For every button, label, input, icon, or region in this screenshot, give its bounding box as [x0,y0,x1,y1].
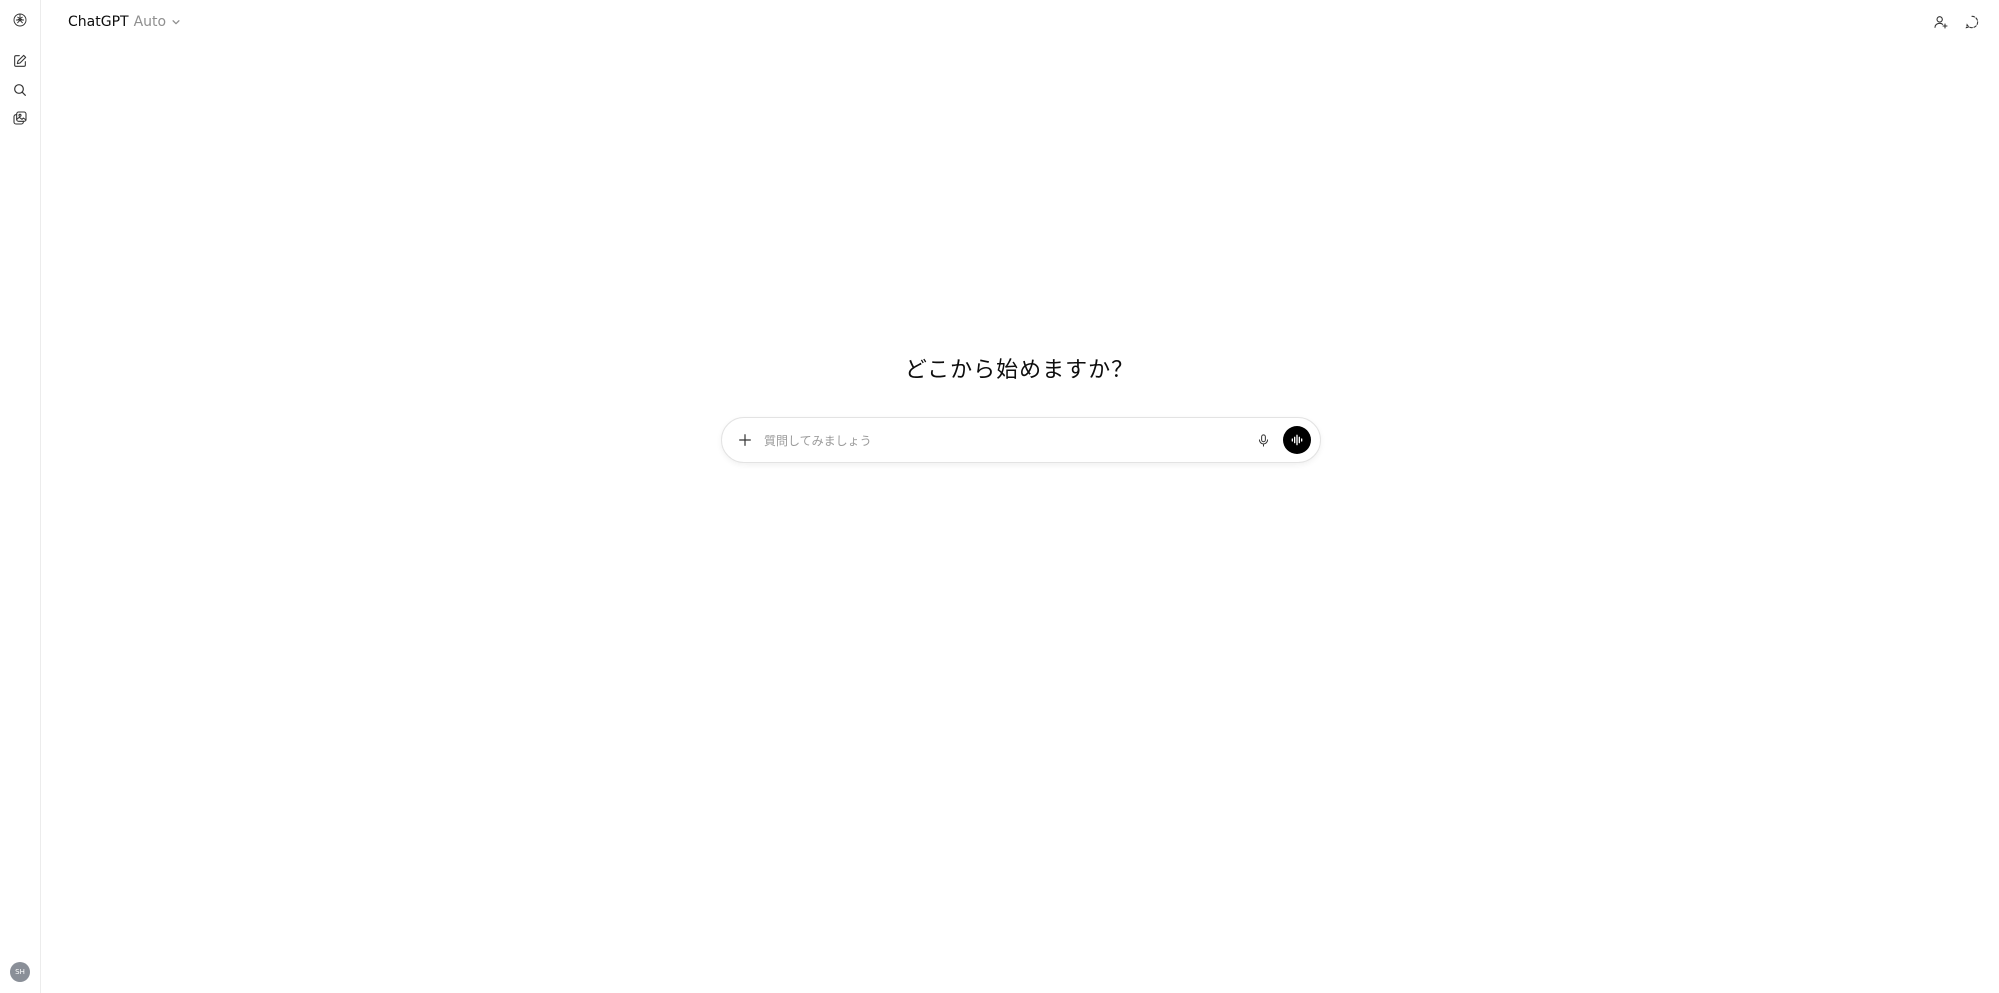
sidebar-rail: SH [0,0,41,993]
model-selector[interactable]: ChatGPT Auto [62,11,187,33]
temporary-chat-icon [1965,15,1979,29]
page-title: どこから始めますか？ [904,358,1135,383]
user-avatar[interactable]: SH [10,962,30,982]
model-variant: Auto [133,14,167,30]
search-icon [14,84,26,96]
plus-icon [739,434,751,446]
prompt-input[interactable] [762,430,1196,452]
voice-mode-icon [1291,434,1303,446]
dictate-button[interactable] [1251,428,1275,452]
library-button[interactable] [8,106,32,130]
openai-logo-icon [13,13,27,27]
add-person-icon [1934,16,1948,29]
temporary-chat-button[interactable] [1960,10,1984,34]
avatar-initials: SH [15,968,25,976]
model-name: ChatGPT [68,14,129,30]
prompt-composer [721,417,1321,463]
voice-mode-button[interactable] [1283,426,1311,454]
new-chat-icon [14,54,27,67]
home-logo-button[interactable] [8,8,32,32]
image-library-icon [13,111,27,125]
search-chats-button[interactable] [8,78,32,102]
chevron-down-icon [171,17,181,27]
share-button[interactable] [1929,10,1953,34]
microphone-icon [1258,433,1268,447]
attach-button[interactable] [732,427,758,453]
new-chat-button[interactable] [8,49,32,73]
